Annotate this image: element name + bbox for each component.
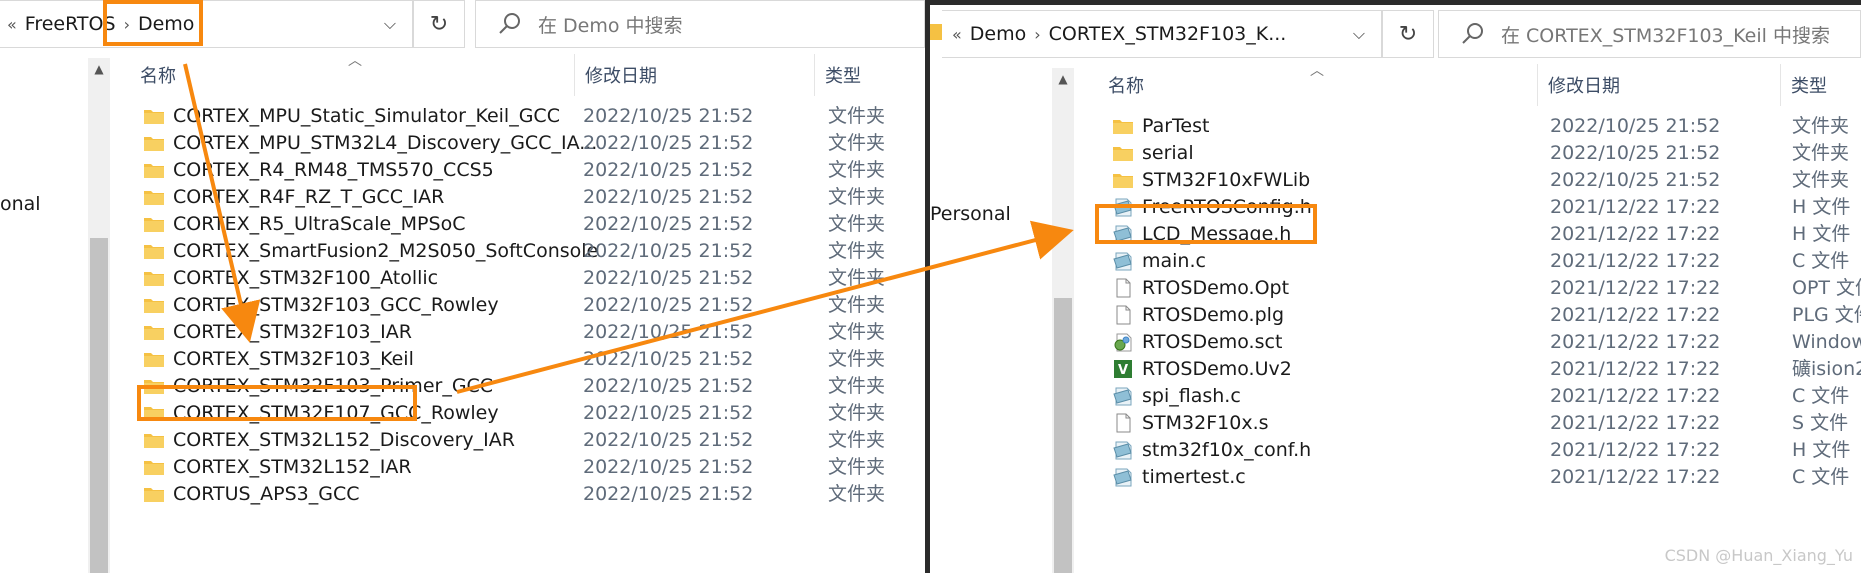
folder-icon — [930, 20, 942, 44]
folder-icon — [1113, 120, 1133, 134]
folder-icon — [144, 272, 164, 286]
watermark: CSDN @Huan_Xiang_Yu — [1664, 546, 1853, 565]
file-modified-date: 2021/12/22 17:22 — [1550, 466, 1721, 488]
file-modified-date: 2022/10/25 21:52 — [583, 483, 754, 505]
source-file-icon — [1113, 441, 1132, 460]
overflow-chevron-icon[interactable]: « — [3, 15, 21, 34]
refresh-button[interactable]: ↻ — [413, 0, 465, 48]
column-header-type[interactable]: 类型 — [1781, 64, 1861, 106]
refresh-button[interactable]: ↻ — [1382, 10, 1434, 58]
folder-icon — [144, 245, 164, 259]
svg-text:V: V — [1118, 363, 1128, 378]
nav-scrollbar-thumb[interactable] — [90, 238, 108, 573]
nav-pane-item-personal[interactable]: onal — [0, 193, 41, 215]
highlight-box-demo-breadcrumb — [103, 0, 203, 46]
address-dropdown-icon[interactable]: ⌵ — [369, 1, 411, 47]
file-name: CORTUS_APS3_GCC — [173, 483, 360, 505]
source-file-icon — [1113, 387, 1132, 406]
address-dropdown-icon[interactable]: ⌵ — [1338, 11, 1380, 57]
search-placeholder: 在 CORTEX_STM32F103_Keil 中搜索 — [1501, 24, 1830, 47]
source-file-icon — [1113, 468, 1132, 487]
address-bar[interactable]: « FreeRTOS › Demo ⌵ — [0, 0, 413, 48]
folder-icon — [144, 137, 164, 151]
breadcrumb-demo[interactable]: Demo — [966, 23, 1030, 45]
column-header-row: ︿ 名称 修改日期 类型 — [130, 53, 925, 96]
column-header-type[interactable]: 类型 — [815, 54, 925, 96]
nav-scrollbar[interactable]: ▲ — [1052, 68, 1074, 573]
column-header-row: ︿ 名称 修改日期 类型 — [1098, 63, 1861, 106]
file-type: 文件夹 — [828, 483, 886, 505]
search-icon — [1462, 23, 1483, 44]
right-explorer-window: « Demo › CORTEX_STM32F103_K... ⌵ ↻ 在 COR… — [930, 0, 1861, 573]
search-icon — [499, 13, 520, 34]
scroll-up-icon[interactable]: ▲ — [88, 58, 110, 80]
refresh-icon: ↻ — [1398, 21, 1418, 47]
script-file-icon — [1114, 333, 1132, 352]
folder-icon — [1113, 174, 1133, 188]
file-row[interactable]: CORTUS_APS3_GCC 2022/10/25 21:52 文件夹 — [140, 478, 925, 510]
overflow-chevron-icon[interactable]: « — [948, 25, 966, 44]
source-file-icon — [1113, 252, 1132, 271]
window-top-edge — [930, 0, 1861, 5]
column-header-name[interactable]: 名称 — [130, 54, 575, 96]
nav-pane-item-personal[interactable]: Personal — [930, 203, 1011, 225]
blank-file-icon — [1116, 278, 1131, 298]
left-explorer-window: « FreeRTOS › Demo ⌵ ↻ 在 Demo 中搜索 onal ▲ … — [0, 0, 925, 573]
blank-file-icon — [1116, 305, 1131, 325]
scroll-up-icon[interactable]: ▲ — [1052, 68, 1074, 90]
folder-icon — [144, 488, 164, 502]
refresh-icon: ↻ — [429, 11, 449, 37]
file-row[interactable]: timertest.c 2021/12/22 17:22 C 文件 — [1110, 461, 1861, 493]
highlight-box-freertosconfig — [1095, 204, 1317, 244]
nav-scrollbar-thumb[interactable] — [1054, 298, 1072, 573]
folder-icon — [144, 353, 164, 367]
column-header-date[interactable]: 修改日期 — [575, 54, 815, 96]
folder-icon — [144, 434, 164, 448]
search-box[interactable]: 在 CORTEX_STM32F103_Keil 中搜索 — [1438, 10, 1861, 58]
blank-file-icon — [1116, 413, 1131, 433]
chevron-right-icon[interactable]: › — [1030, 25, 1044, 44]
folder-icon — [144, 326, 164, 340]
folder-icon — [144, 191, 164, 205]
folder-icon — [144, 218, 164, 232]
folder-icon — [144, 110, 164, 124]
breadcrumb-current-folder[interactable]: CORTEX_STM32F103_K... — [1045, 23, 1291, 45]
address-bar[interactable]: « Demo › CORTEX_STM32F103_K... ⌵ — [942, 10, 1382, 58]
highlight-box-keil-folder — [137, 385, 417, 421]
uvision-file-icon: V — [1114, 360, 1132, 378]
nav-scrollbar[interactable]: ▲ — [88, 58, 110, 573]
folder-icon — [144, 164, 164, 178]
search-placeholder: 在 Demo 中搜索 — [538, 14, 683, 37]
folder-icon — [144, 461, 164, 475]
folder-icon — [1113, 147, 1133, 161]
column-header-name[interactable]: 名称 — [1098, 64, 1538, 106]
file-type: C 文件 — [1792, 466, 1850, 488]
folder-icon — [144, 299, 164, 313]
search-box[interactable]: 在 Demo 中搜索 — [475, 0, 925, 48]
file-name: timertest.c — [1142, 466, 1246, 488]
column-header-date[interactable]: 修改日期 — [1538, 64, 1781, 106]
